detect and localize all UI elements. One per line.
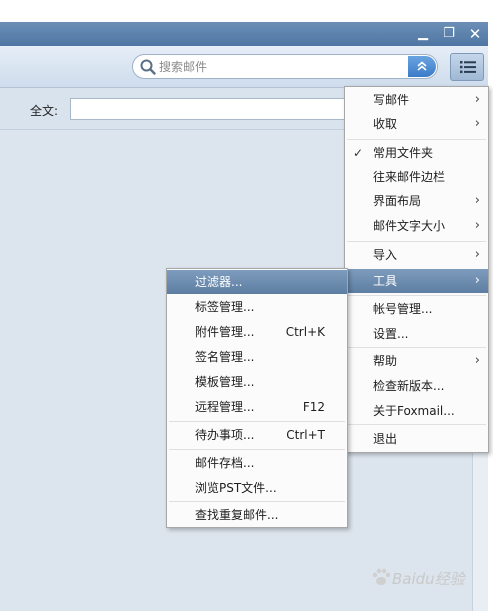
- menu-item-receive[interactable]: 收取 ›: [345, 112, 488, 136]
- shortcut-label: Ctrl+T: [286, 428, 325, 442]
- restore-button[interactable]: ❐: [440, 25, 458, 43]
- menu-item-tools[interactable]: 工具 ›: [345, 269, 488, 293]
- menu-item-label: 工具: [373, 274, 398, 288]
- search-icon: [139, 58, 157, 76]
- menu-separator: [347, 241, 486, 242]
- menu-item-common-folders[interactable]: ✓ 常用文件夹: [345, 141, 488, 165]
- menu-item-label: 过滤器...: [195, 275, 243, 289]
- submenu-item-templates[interactable]: 模板管理...: [167, 370, 347, 394]
- menu-item-label: 检查新版本...: [373, 379, 445, 393]
- search-input[interactable]: [159, 57, 407, 76]
- minimize-button[interactable]: ▁: [414, 25, 432, 43]
- submenu-item-browse-pst[interactable]: 浏览PST文件...: [167, 476, 347, 500]
- menu-item-label: 帮助: [373, 354, 398, 368]
- submenu-item-find-duplicates[interactable]: 查找重复邮件...: [167, 503, 347, 527]
- menu-separator: [347, 295, 486, 296]
- menu-item-label: 往来邮件边栏: [373, 170, 446, 184]
- tools-submenu: 过滤器... 标签管理... 附件管理... Ctrl+K 签名管理... 模板…: [166, 268, 348, 528]
- menu-item-label: 附件管理...: [195, 325, 255, 339]
- menu-item-account-manager[interactable]: 帐号管理...: [345, 297, 488, 321]
- chevron-right-icon: ›: [474, 92, 480, 107]
- menu-item-check-update[interactable]: 检查新版本...: [345, 374, 488, 398]
- submenu-item-signatures[interactable]: 签名管理...: [167, 345, 347, 369]
- paw-icon: [372, 568, 391, 585]
- list-menu-icon: [460, 61, 476, 74]
- menu-item-font-size[interactable]: 邮件文字大小 ›: [345, 214, 488, 238]
- menu-item-label: 写邮件: [373, 93, 410, 107]
- menu-item-label: 浏览PST文件...: [195, 481, 277, 495]
- chevron-right-icon: ›: [474, 353, 480, 368]
- search-options-button[interactable]: [408, 56, 436, 77]
- toolbar: [0, 46, 488, 88]
- menu-item-label: 导入: [373, 248, 398, 262]
- menu-item-label: 常用文件夹: [373, 146, 434, 160]
- menu-item-label: 设置...: [373, 327, 409, 341]
- menu-item-help[interactable]: 帮助 ›: [345, 349, 488, 373]
- menu-item-about[interactable]: 关于Foxmail...: [345, 399, 488, 423]
- menu-item-exit[interactable]: 退出: [345, 427, 488, 451]
- menu-item-contact-sidebar[interactable]: 往来邮件边栏: [345, 165, 488, 189]
- submenu-item-remote[interactable]: 远程管理... F12: [167, 395, 347, 419]
- baidu-watermark: Baidu经验: [370, 566, 482, 590]
- submenu-item-attachments[interactable]: 附件管理... Ctrl+K: [167, 320, 347, 344]
- close-button[interactable]: ✕: [466, 25, 484, 43]
- watermark-text: Baidu经验: [392, 570, 465, 588]
- menu-item-label: 收取: [373, 117, 398, 131]
- chevron-right-icon: ›: [474, 116, 480, 131]
- shortcut-label: F12: [302, 400, 325, 414]
- menu-item-label: 查找重复邮件...: [195, 508, 279, 522]
- chevron-right-icon: ›: [474, 247, 480, 262]
- menu-separator: [347, 139, 486, 140]
- submenu-item-filters[interactable]: 过滤器...: [167, 270, 347, 294]
- menu-item-label: 退出: [373, 432, 398, 446]
- submenu-item-archive[interactable]: 邮件存档...: [167, 451, 347, 475]
- menu-item-label: 标签管理...: [195, 300, 255, 314]
- menu-item-label: 邮件文字大小: [373, 219, 446, 233]
- menu-separator: [169, 449, 345, 450]
- shortcut-label: Ctrl+K: [285, 325, 325, 339]
- menu-item-layout[interactable]: 界面布局 ›: [345, 189, 488, 213]
- fulltext-label: 全文:: [30, 104, 59, 118]
- menu-separator: [347, 424, 486, 425]
- menu-item-label: 关于Foxmail...: [373, 404, 455, 418]
- menu-item-compose[interactable]: 写邮件 ›: [345, 88, 488, 112]
- menu-item-import[interactable]: 导入 ›: [345, 243, 488, 267]
- chevron-right-icon: ›: [474, 218, 480, 233]
- menu-separator: [169, 501, 345, 502]
- menu-item-label: 邮件存档...: [195, 456, 255, 470]
- fulltext-input[interactable]: [70, 98, 360, 120]
- menu-item-label: 帐号管理...: [373, 302, 433, 316]
- title-bar: ▁ ❐ ✕: [0, 22, 488, 46]
- checkmark-icon: ✓: [353, 146, 364, 160]
- search-box: [132, 54, 438, 79]
- menu-separator: [169, 421, 345, 422]
- double-chevron-up-icon: [417, 61, 427, 71]
- menu-item-label: 界面布局: [373, 194, 422, 208]
- main-menu-button[interactable]: [450, 53, 484, 81]
- menu-separator: [347, 347, 486, 348]
- main-dropdown-menu: 写邮件 › 收取 › ✓ 常用文件夹 往来邮件边栏 界面布局 › 邮件文字大小 …: [344, 86, 489, 453]
- menu-item-label: 模板管理...: [195, 375, 255, 389]
- menu-item-label: 待办事项...: [195, 428, 255, 442]
- chevron-right-icon: ›: [474, 273, 480, 288]
- menu-item-settings[interactable]: 设置...: [345, 322, 488, 346]
- chevron-right-icon: ›: [474, 193, 480, 208]
- submenu-item-todo[interactable]: 待办事项... Ctrl+T: [167, 423, 347, 447]
- menu-item-label: 签名管理...: [195, 350, 255, 364]
- menu-item-label: 远程管理...: [195, 400, 255, 414]
- submenu-item-tags[interactable]: 标签管理...: [167, 295, 347, 319]
